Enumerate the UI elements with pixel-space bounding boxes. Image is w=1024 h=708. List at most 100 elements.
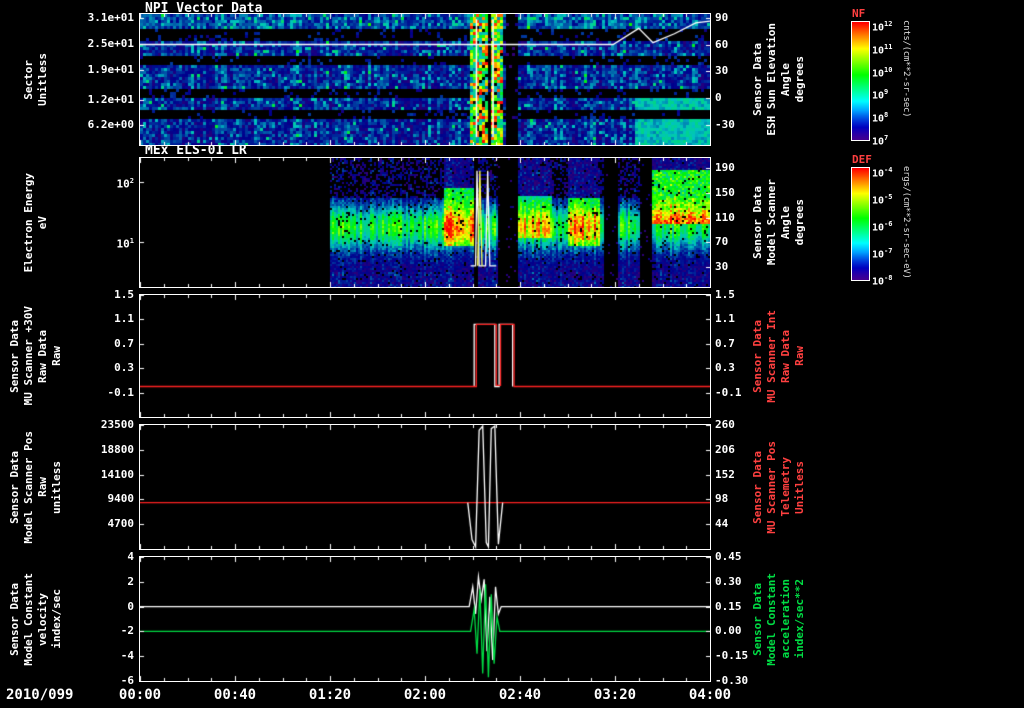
plot-screen: NPI Vector Data MEx ELS-01 LR 3.1e+01 2.5… [0,0,1024,708]
axis-label-column: unitless [50,460,63,514]
axis-label-column: Raw Data [36,329,49,383]
axis-label-column: MU Scanner Pos [765,440,778,534]
y-tick-label: 14100 [100,467,134,481]
date-label: 2010/099 [6,687,74,703]
colorbar-tick-label: 1011 [872,43,893,57]
axis-label-column: eV [36,215,49,230]
colorbar-tick-label: 10-8 [872,273,893,288]
panel-mu-scanner-raw [139,294,711,418]
colorbar-tag: DEF [852,153,872,166]
x-tick-label: 02:40 [498,687,542,703]
x-tick-label: 03:20 [593,687,637,703]
left-axis-label-npi: Sector Unitless [4,14,68,145]
axis-label-column: Unitless [36,53,49,106]
colorbar-gradient [852,22,869,140]
scanner-pos-canvas [140,425,710,549]
axis-label-column: Model Scanner Pos [22,430,35,544]
colorbar-tick-label: 10-4 [872,166,893,180]
right-axis-label-scanner-pos: Sensor Data MU Scanner Pos Telemetry Unitle… [748,425,810,549]
y-tick-label: 9400 [107,492,135,506]
axis-label-column: degrees [793,56,806,103]
y-tick-label: 4700 [107,517,135,531]
axis-label-column: index/sec [50,589,63,649]
colorbar-npi [851,21,870,141]
panel-model-constant [139,556,711,682]
y-tick-label: 1.2e+01 [87,93,134,107]
mu-scanner-raw-canvas [140,295,710,417]
axis-label-column: Unitless [793,460,806,514]
axis-label-column: Raw [36,477,49,497]
axis-label-column: Sensor Data [751,186,764,259]
axis-label-column: degrees [793,199,806,246]
y-tick-label: 1.9e+01 [87,62,134,76]
axis-label-column: Sensor Data [751,43,764,116]
colorbar-unit-label: ergs/(cm**2-sr-sec-eV) [901,166,911,279]
right-axis-label-model-constant: Sensor Data Model Constant acceleration ind… [748,557,810,681]
y-tick-label: 1.1 [114,312,134,326]
axis-label-column: Sensor Data [751,582,764,656]
axis-label-column: Raw [50,346,63,366]
colorbar-tick-label: 1012 [872,20,893,34]
axis-label-column: Model Scanner [765,179,778,266]
left-axis-label-model-constant: Sensor Data Model Constant velocity index/s… [4,557,68,681]
axis-label-column: index/sec**2 [793,579,806,659]
y-tick-label: 18800 [100,442,134,456]
axis-label-column: Sensor Data [751,319,764,393]
x-tick-label: 00:40 [213,687,257,703]
model-constant-canvas [140,557,710,681]
axis-label-column: Electron Energy [22,172,35,273]
y-tick-label: -0.1 [107,385,135,399]
y-tick-label: 0.3 [114,361,134,375]
colorbar-tick-label: 108 [872,110,889,125]
axis-label-column: Sensor Data [8,582,21,656]
panel-npi [139,13,711,146]
axis-label-column: Sensor Data [751,450,764,524]
y-tick-label: 2 [127,574,134,588]
axis-label-column: Sensor Data [8,319,21,393]
y-tick-label: 0 [127,599,134,613]
colorbar-tick-label: 109 [872,88,889,102]
axis-label-column: velocity [36,592,49,646]
npi-canvas [140,14,710,145]
x-tick-label: 01:20 [308,687,352,703]
y-tick-label: 23500 [100,418,134,431]
colorbar-tick-label: 10-5 [872,193,893,207]
x-tick-label: 00:00 [118,687,162,703]
axis-label-column: MU Scanner Int [765,309,778,403]
axis-label-column: Raw [793,346,806,366]
colorbar-tick-label: 1010 [872,65,893,79]
colorbar-tag: NF [852,7,866,20]
panel-els [139,157,711,288]
axis-label-column: ESH Sun Elevation [765,23,778,136]
axis-label-column: Angle [779,62,792,97]
y-tick-label: 0.7 [114,336,134,350]
y-tick-label: 4 [127,550,134,563]
colorbar-tick-label: 107 [872,133,889,147]
els-canvas [140,158,710,287]
y-tick-label: 6.2e+00 [87,118,134,132]
axis-label-column: acceleration [779,579,792,659]
colorbar-unit-label: cnts/(cm**2-sr-sec) [901,20,911,118]
axis-label-column: Model Constant [22,572,35,666]
axis-label-column: Telemetry [779,457,792,517]
left-axis-label-mu-scanner-raw: Sensor Data MU Scanner +30V Raw Data Raw [4,295,68,417]
right-axis-label-els: Sensor Data Model Scanner Angle degrees [748,158,810,287]
left-axis-label-els: Electron Energy eV [4,158,68,287]
axis-label-column: Angle [779,205,792,240]
colorbar-gradient [852,168,869,280]
y-tick-label: 102 [116,177,134,192]
y-tick-label: 2.5e+01 [87,36,134,50]
y-tick-label: -6 [120,674,134,687]
y-tick-label: 101 [116,236,134,251]
x-tick-label: 04:00 [688,687,732,703]
axis-label-column: MU Scanner +30V [22,306,35,406]
right-axis-label-npi: Sensor Data ESH Sun Elevation Angle degrees [748,14,810,145]
axis-label-column: Raw Data [779,329,792,383]
colorbar-tick-label: 10-7 [872,246,893,261]
right-axis-label-mu-scanner-raw: Sensor Data MU Scanner Int Raw Data Raw [748,295,810,417]
colorbar-tick-label: 10-6 [872,220,893,234]
y-tick-label: 3.1e+01 [87,10,134,24]
axis-label-column: Model Constant [765,572,778,666]
y-tick-label: -2 [120,624,134,638]
x-tick-label: 02:00 [403,687,447,703]
